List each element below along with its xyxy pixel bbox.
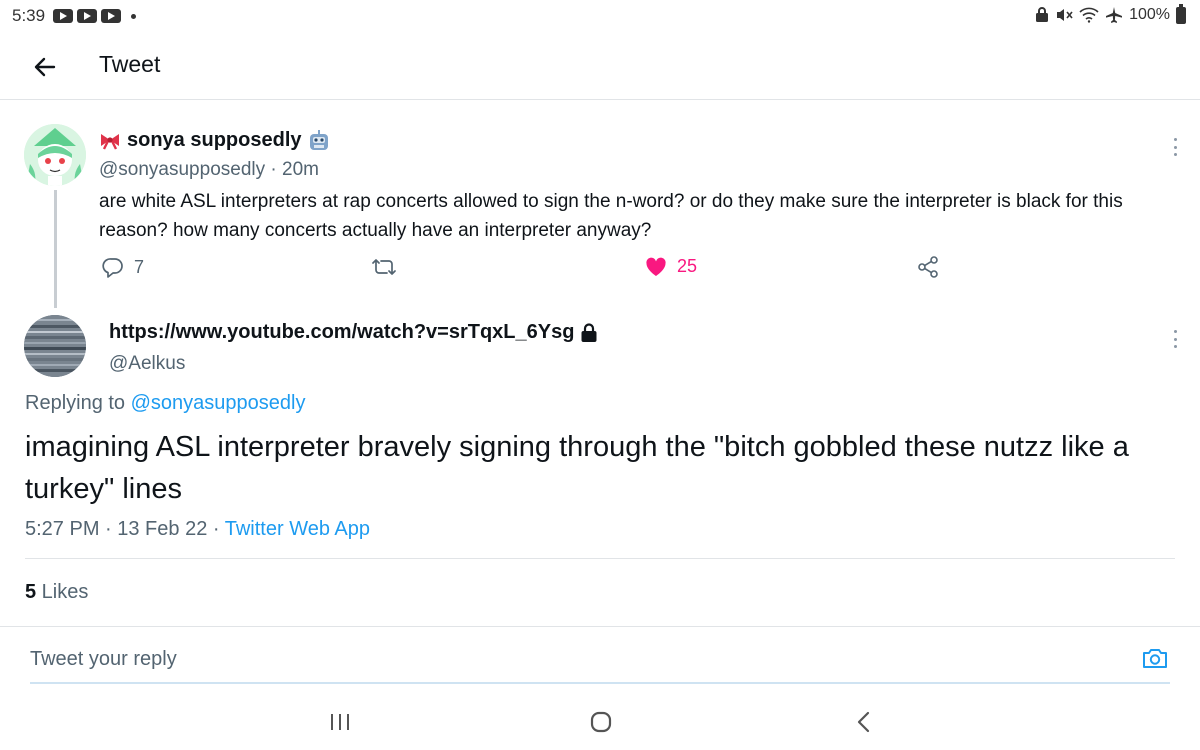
retweet-icon <box>372 259 396 275</box>
author-row[interactable]: https://www.youtube.com/watch?v=srTqxL_6… <box>109 321 598 344</box>
status-bar: 5:39 100% <box>0 0 1200 34</box>
ribbon-emoji-icon <box>101 133 119 150</box>
page-title: Tweet <box>99 51 161 77</box>
reply-input-placeholder: Tweet your reply <box>30 648 177 670</box>
mute-icon <box>1057 9 1073 21</box>
system-icons: 100% <box>1035 3 1186 24</box>
youtube-notification-icon <box>53 9 73 23</box>
lock-icon <box>581 322 597 342</box>
airplane-mode-icon <box>1106 7 1123 23</box>
retweet-button[interactable] <box>371 256 397 278</box>
parent-author-row[interactable]: sonya supposedly <box>99 129 330 152</box>
tweet-metadata: 5:27 PM · 13 Feb 22 · Twitter Web App <box>25 518 370 541</box>
top-app-bar: Tweet <box>0 34 1200 100</box>
reply-count: 7 <box>134 256 145 277</box>
author-display-name: https://www.youtube.com/watch?v=srTqxL_6… <box>109 321 575 343</box>
reply-button[interactable]: 7 <box>102 256 144 278</box>
back-nav-icon[interactable] <box>846 708 882 736</box>
divider <box>25 558 1175 559</box>
likes-count: 5 <box>25 581 37 603</box>
thread-connector-line <box>54 190 57 308</box>
static-noise-avatar-image <box>24 315 86 377</box>
status-time: 5:39 <box>12 6 46 25</box>
replying-to-label: Replying to <box>25 392 131 414</box>
likes-summary[interactable]: 5 Likes <box>25 581 88 604</box>
robot-emoji-icon <box>309 129 328 150</box>
lock-status-icon <box>1036 7 1049 22</box>
likes-label: Likes <box>36 581 89 603</box>
like-count: 25 <box>677 256 698 276</box>
parent-tweet-text: are white ASL interpreters at rap concer… <box>99 191 1123 241</box>
replying-to-handle-link[interactable]: @sonyasupposedly <box>131 392 306 414</box>
back-arrow-icon[interactable] <box>28 50 62 84</box>
reply-input[interactable]: Tweet your reply <box>30 644 1170 684</box>
home-icon[interactable] <box>583 708 619 736</box>
more-options-icon[interactable] <box>1172 138 1178 156</box>
wifi-icon <box>1079 7 1099 23</box>
recent-apps-icon[interactable] <box>322 708 358 736</box>
camera-icon[interactable] <box>1142 646 1168 670</box>
more-options-icon[interactable] <box>1172 330 1178 348</box>
parent-handle-time[interactable]: @sonyasupposedly · 20m <box>99 159 319 181</box>
share-icon <box>918 256 938 278</box>
tweet-source-link[interactable]: Twitter Web App <box>225 518 370 540</box>
author-avatar[interactable] <box>24 315 86 377</box>
divider <box>0 626 1200 627</box>
anime-avatar-image <box>24 124 86 186</box>
reply-icon <box>102 258 123 278</box>
youtube-notification-icon <box>77 9 97 23</box>
notification-icons <box>53 9 136 23</box>
parent-tweet-actions: 7 25 <box>0 256 1200 282</box>
more-notifications-icon <box>131 13 136 19</box>
like-button[interactable]: 25 <box>645 256 697 277</box>
battery-icon <box>1176 3 1186 24</box>
youtube-notification-icon <box>101 9 121 23</box>
battery-percent: 100% <box>1129 6 1170 23</box>
tweet-timestamp[interactable]: 5:27 PM · 13 Feb 22 · <box>25 518 225 540</box>
heart-icon <box>646 257 666 276</box>
author-handle[interactable]: @Aelkus <box>109 353 185 375</box>
share-button[interactable] <box>917 256 939 278</box>
system-navigation-bar <box>0 700 1200 750</box>
parent-display-name: sonya supposedly <box>127 129 302 151</box>
parent-author-avatar[interactable] <box>24 124 86 186</box>
replying-to: Replying to @sonyasupposedly <box>25 392 305 415</box>
tweet-text: imagining ASL interpreter bravely signin… <box>25 431 1129 505</box>
